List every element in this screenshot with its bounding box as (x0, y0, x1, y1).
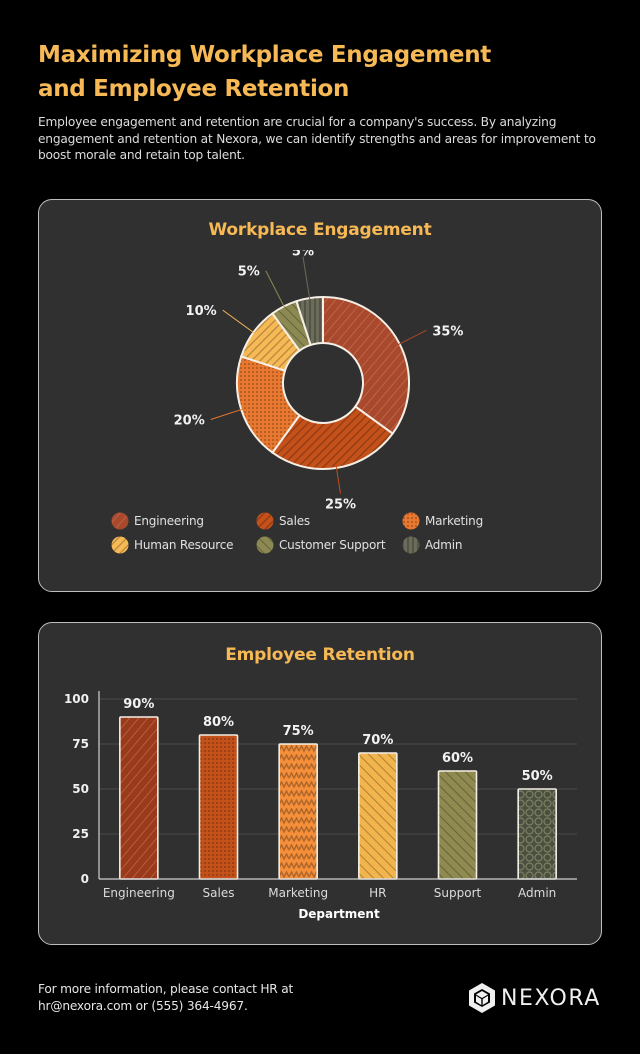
bar-value-label: 90% (123, 697, 154, 712)
bar-admin (517, 788, 557, 880)
legend-swatch-icon (256, 512, 274, 529)
bar-value-label: 80% (203, 715, 234, 730)
bar-engineering (119, 716, 159, 880)
y-tick-label: 50 (72, 782, 89, 796)
bar-value-label: 75% (283, 724, 314, 739)
y-tick-label: 100 (64, 692, 89, 706)
legend-label: Engineering (134, 513, 204, 528)
x-tick-label: Engineering (103, 886, 175, 900)
donut-label-marketing: 20% (174, 413, 205, 428)
legend-swatch-icon (111, 536, 129, 553)
donut-leader-line (265, 270, 286, 309)
legend-swatch-icon (402, 512, 420, 529)
legend-swatch-icon (256, 536, 274, 553)
x-tick-label: Sales (203, 886, 235, 900)
retention-card: Employee Retention 90% 80% 75% 70% 60% 50% 0 2… (38, 622, 602, 945)
bar-value-label: 70% (362, 733, 393, 748)
donut-leader-line (302, 256, 311, 301)
donut-leader-line (222, 309, 256, 335)
donut-label-sales: 25% (325, 498, 356, 513)
engagement-legend: Engineering Sales Marketing Human Resource C… (111, 512, 531, 553)
donut-leader-line (397, 329, 427, 346)
donut-label-human-resource: 10% (186, 304, 217, 319)
legend-label: Marketing (425, 513, 484, 528)
brand-name: NEXORA (501, 985, 601, 1011)
legend-item-marketing: Marketing (402, 512, 522, 529)
legend-item-sales: Sales (256, 512, 402, 529)
legend-item-engineering: Engineering (111, 512, 256, 529)
legend-label: Sales (279, 513, 310, 528)
bar-support (437, 770, 478, 880)
x-tick-label: Support (434, 886, 482, 900)
page-title: Maximizing Workplace Engagement and Empl… (38, 38, 598, 106)
legend-item-human-resource: Human Resource (111, 536, 256, 553)
donut-label-admin: 5% (292, 250, 314, 260)
x-axis-label: Department (298, 907, 380, 921)
contact-line-2: hr@nexora.com or (555) 364-4967. (38, 999, 248, 1013)
retention-bar-chart: 90% 80% 75% 70% 60% 50% 0 25 50 75 100 Engineering… (64, 691, 577, 921)
bar-sales (198, 734, 239, 880)
page-title-line-2: and Employee Retention (38, 76, 350, 102)
y-tick-label: 0 (81, 872, 89, 886)
brand-logo: NEXORA (467, 982, 601, 1014)
donut-leader-line (210, 408, 244, 420)
x-tick-label: Admin (518, 886, 556, 900)
contact-line-1: For more information, please contact HR … (38, 982, 294, 996)
bar-marketing (278, 743, 318, 880)
legend-swatch-icon (111, 512, 129, 529)
bar-hr (358, 752, 398, 880)
retention-chart-title: Employee Retention (225, 645, 415, 665)
x-tick-label: Marketing (268, 886, 328, 900)
bar-value-label: 60% (442, 751, 473, 766)
donut-label-customer-support: 5% (238, 265, 260, 280)
legend-label: Customer Support (279, 537, 386, 552)
y-tick-label: 25 (72, 827, 89, 841)
page-title-line-1: Maximizing Workplace Engagement (38, 42, 491, 68)
engagement-donut-chart: 35% 25% 20% 10% 5% 5% (174, 250, 464, 513)
x-tick-label: HR (369, 886, 386, 900)
legend-swatch-icon (402, 536, 420, 553)
engagement-chart-title: Workplace Engagement (208, 220, 432, 240)
legend-label: Human Resource (134, 537, 234, 552)
bar-value-label: 50% (522, 769, 553, 784)
legend-item-customer-support: Customer Support (256, 536, 402, 553)
donut-leader-line (335, 465, 342, 494)
contact-info: For more information, please contact HR … (38, 981, 293, 1015)
y-tick-label: 75 (72, 737, 89, 751)
intro-paragraph: Employee engagement and retention are cr… (38, 115, 596, 162)
cube-logo-icon (469, 983, 495, 1013)
engagement-card: Workplace Engagement 35% 25% 20% 10% 5% 5% En… (38, 199, 602, 592)
legend-item-admin: Admin (402, 536, 522, 553)
donut-label-engineering: 35% (432, 324, 463, 339)
legend-label: Admin (425, 537, 463, 552)
